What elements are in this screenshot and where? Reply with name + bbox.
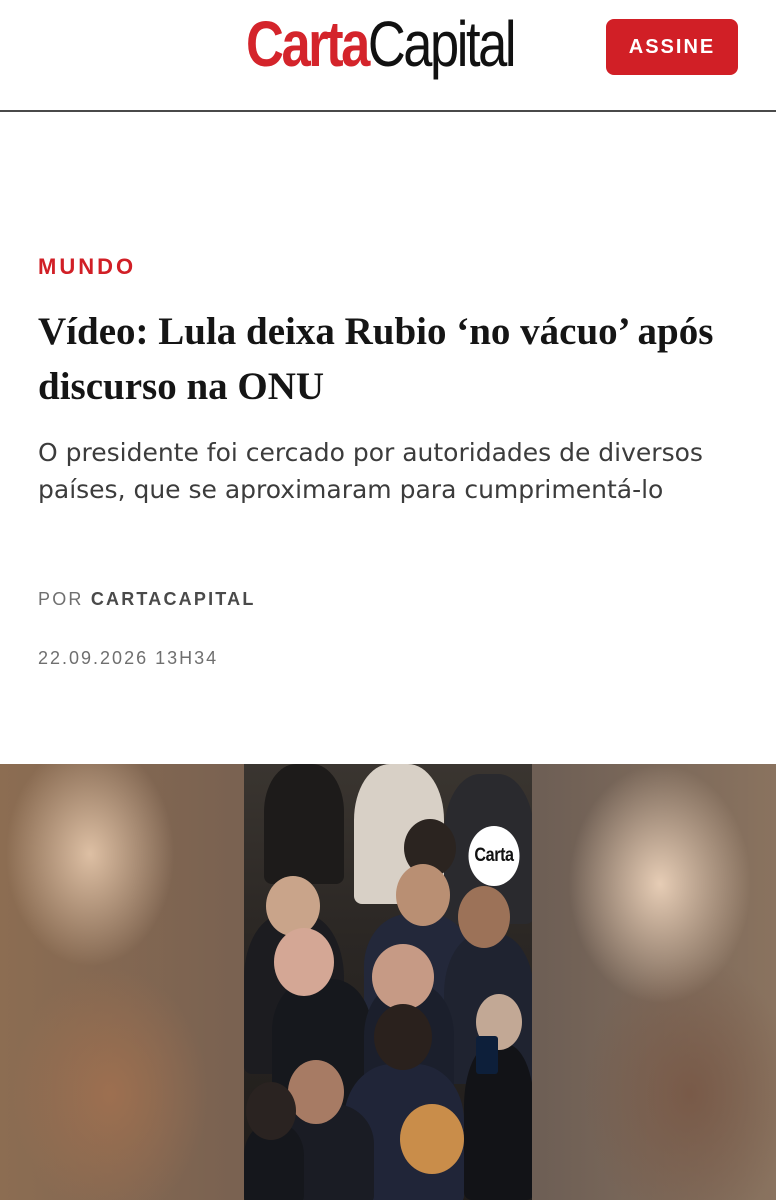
byline-author[interactable]: CARTACAPITAL <box>91 589 256 609</box>
crowd-head <box>288 1060 344 1124</box>
logo-capital-text: Capital <box>367 8 517 80</box>
crowd-head <box>372 944 434 1010</box>
site-logo[interactable]: Carta Capital <box>246 4 517 84</box>
article-category[interactable]: MUNDO <box>38 254 136 280</box>
phone-in-hand <box>476 1036 498 1074</box>
article-date: 22.09.2026 13H34 <box>38 648 219 668</box>
crowd-head <box>374 1004 432 1070</box>
crowd-head <box>458 886 510 948</box>
crowd-head <box>396 864 450 926</box>
site-header: Carta Capital ASSINE <box>0 0 776 112</box>
crowd-figure <box>264 764 344 884</box>
video-frame: Carta <box>244 764 532 1200</box>
crowd-head <box>400 1104 464 1174</box>
article-subtitle: O presidente foi cercado por autoridades… <box>38 438 703 504</box>
article-headline: Vídeo: Lula deixa Rubio ‘no vácuo’ após … <box>38 310 714 408</box>
article-video[interactable]: Carta <box>0 764 776 1200</box>
crowd-head <box>266 876 320 936</box>
crowd-figure <box>464 1044 532 1200</box>
article-byline: POR CARTACAPITAL <box>38 589 256 610</box>
subscribe-button[interactable]: ASSINE <box>606 19 738 75</box>
crowd-head <box>274 928 334 996</box>
logo-carta-text: Carta <box>246 8 370 80</box>
byline-prefix: POR <box>38 589 84 609</box>
crowd-head <box>246 1082 296 1140</box>
video-watermark-badge: Carta <box>468 826 520 886</box>
